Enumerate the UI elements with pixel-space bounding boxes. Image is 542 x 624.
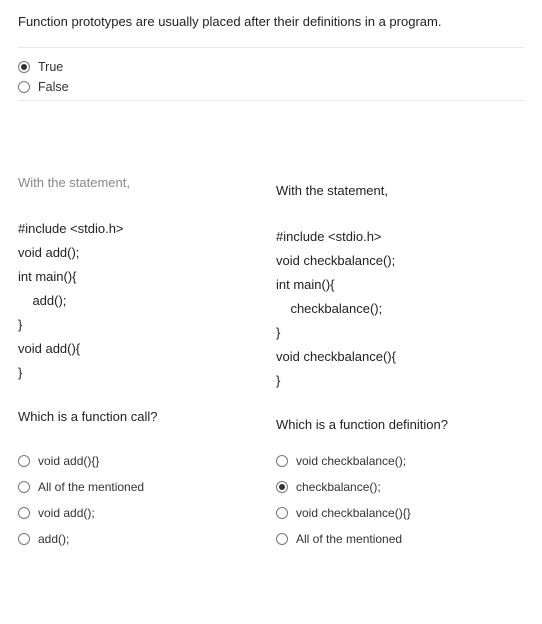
q1-prompt: Function prototypes are usually placed a… [18,14,524,29]
option-label: void add(){} [38,454,99,468]
option-label: void checkbalance(); [296,454,406,468]
q2-left-option[interactable]: add(); [18,532,266,546]
radio-icon [18,481,30,493]
option-label: add(); [38,532,69,546]
code-line: } [276,369,524,393]
code-line: #include <stdio.h> [18,217,266,241]
q2-left-header: With the statement, [18,171,266,195]
q2-left-options: void add(){} All of the mentioned void a… [18,454,266,546]
code-line: add(); [18,289,266,313]
q2-right-option[interactable]: void checkbalance(){} [276,506,524,520]
divider [18,47,524,48]
option-label: True [38,60,63,74]
radio-icon [18,455,30,467]
option-label: All of the mentioned [296,532,402,546]
q2-left-option[interactable]: All of the mentioned [18,480,266,494]
q2-right-option[interactable]: All of the mentioned [276,532,524,546]
divider [18,100,524,101]
q2-left: With the statement, #include <stdio.h> v… [18,171,266,432]
radio-icon [18,81,30,93]
q2-options: void add(){} All of the mentioned void a… [18,454,524,546]
q1-option-true[interactable]: True [18,60,524,74]
q2-container: With the statement, #include <stdio.h> v… [18,171,524,432]
code-line: } [18,313,266,337]
code-line: void add(){ [18,337,266,361]
q2-right-option[interactable]: checkbalance(); [276,480,524,494]
radio-icon [276,455,288,467]
option-label: void checkbalance(){} [296,506,411,520]
q2-right-options: void checkbalance(); checkbalance(); voi… [276,454,524,546]
code-line: void add(); [18,241,266,265]
radio-icon [276,533,288,545]
radio-icon [18,507,30,519]
code-line: void checkbalance(); [276,249,524,273]
code-line: } [276,321,524,345]
q1-option-false[interactable]: False [18,80,524,94]
q2-right-header: With the statement, [276,179,524,203]
option-label: All of the mentioned [38,480,144,494]
code-line: int main(){ [276,273,524,297]
q2-right: With the statement, #include <stdio.h> v… [276,171,524,432]
code-line: checkbalance(); [276,297,524,321]
option-label: False [38,80,69,94]
option-label: checkbalance(); [296,480,381,494]
radio-icon [276,481,288,493]
radio-icon [276,507,288,519]
q2-left-option[interactable]: void add(){} [18,454,266,468]
radio-icon [18,533,30,545]
code-line: } [18,361,266,385]
code-line: #include <stdio.h> [276,225,524,249]
code-line: void checkbalance(){ [276,345,524,369]
option-label: void add(); [38,506,95,520]
q2-left-subprompt: Which is a function call? [18,409,266,424]
q2-right-subprompt: Which is a function definition? [276,417,524,432]
q2-right-option[interactable]: void checkbalance(); [276,454,524,468]
code-line: int main(){ [18,265,266,289]
radio-icon [18,61,30,73]
q2-left-option[interactable]: void add(); [18,506,266,520]
